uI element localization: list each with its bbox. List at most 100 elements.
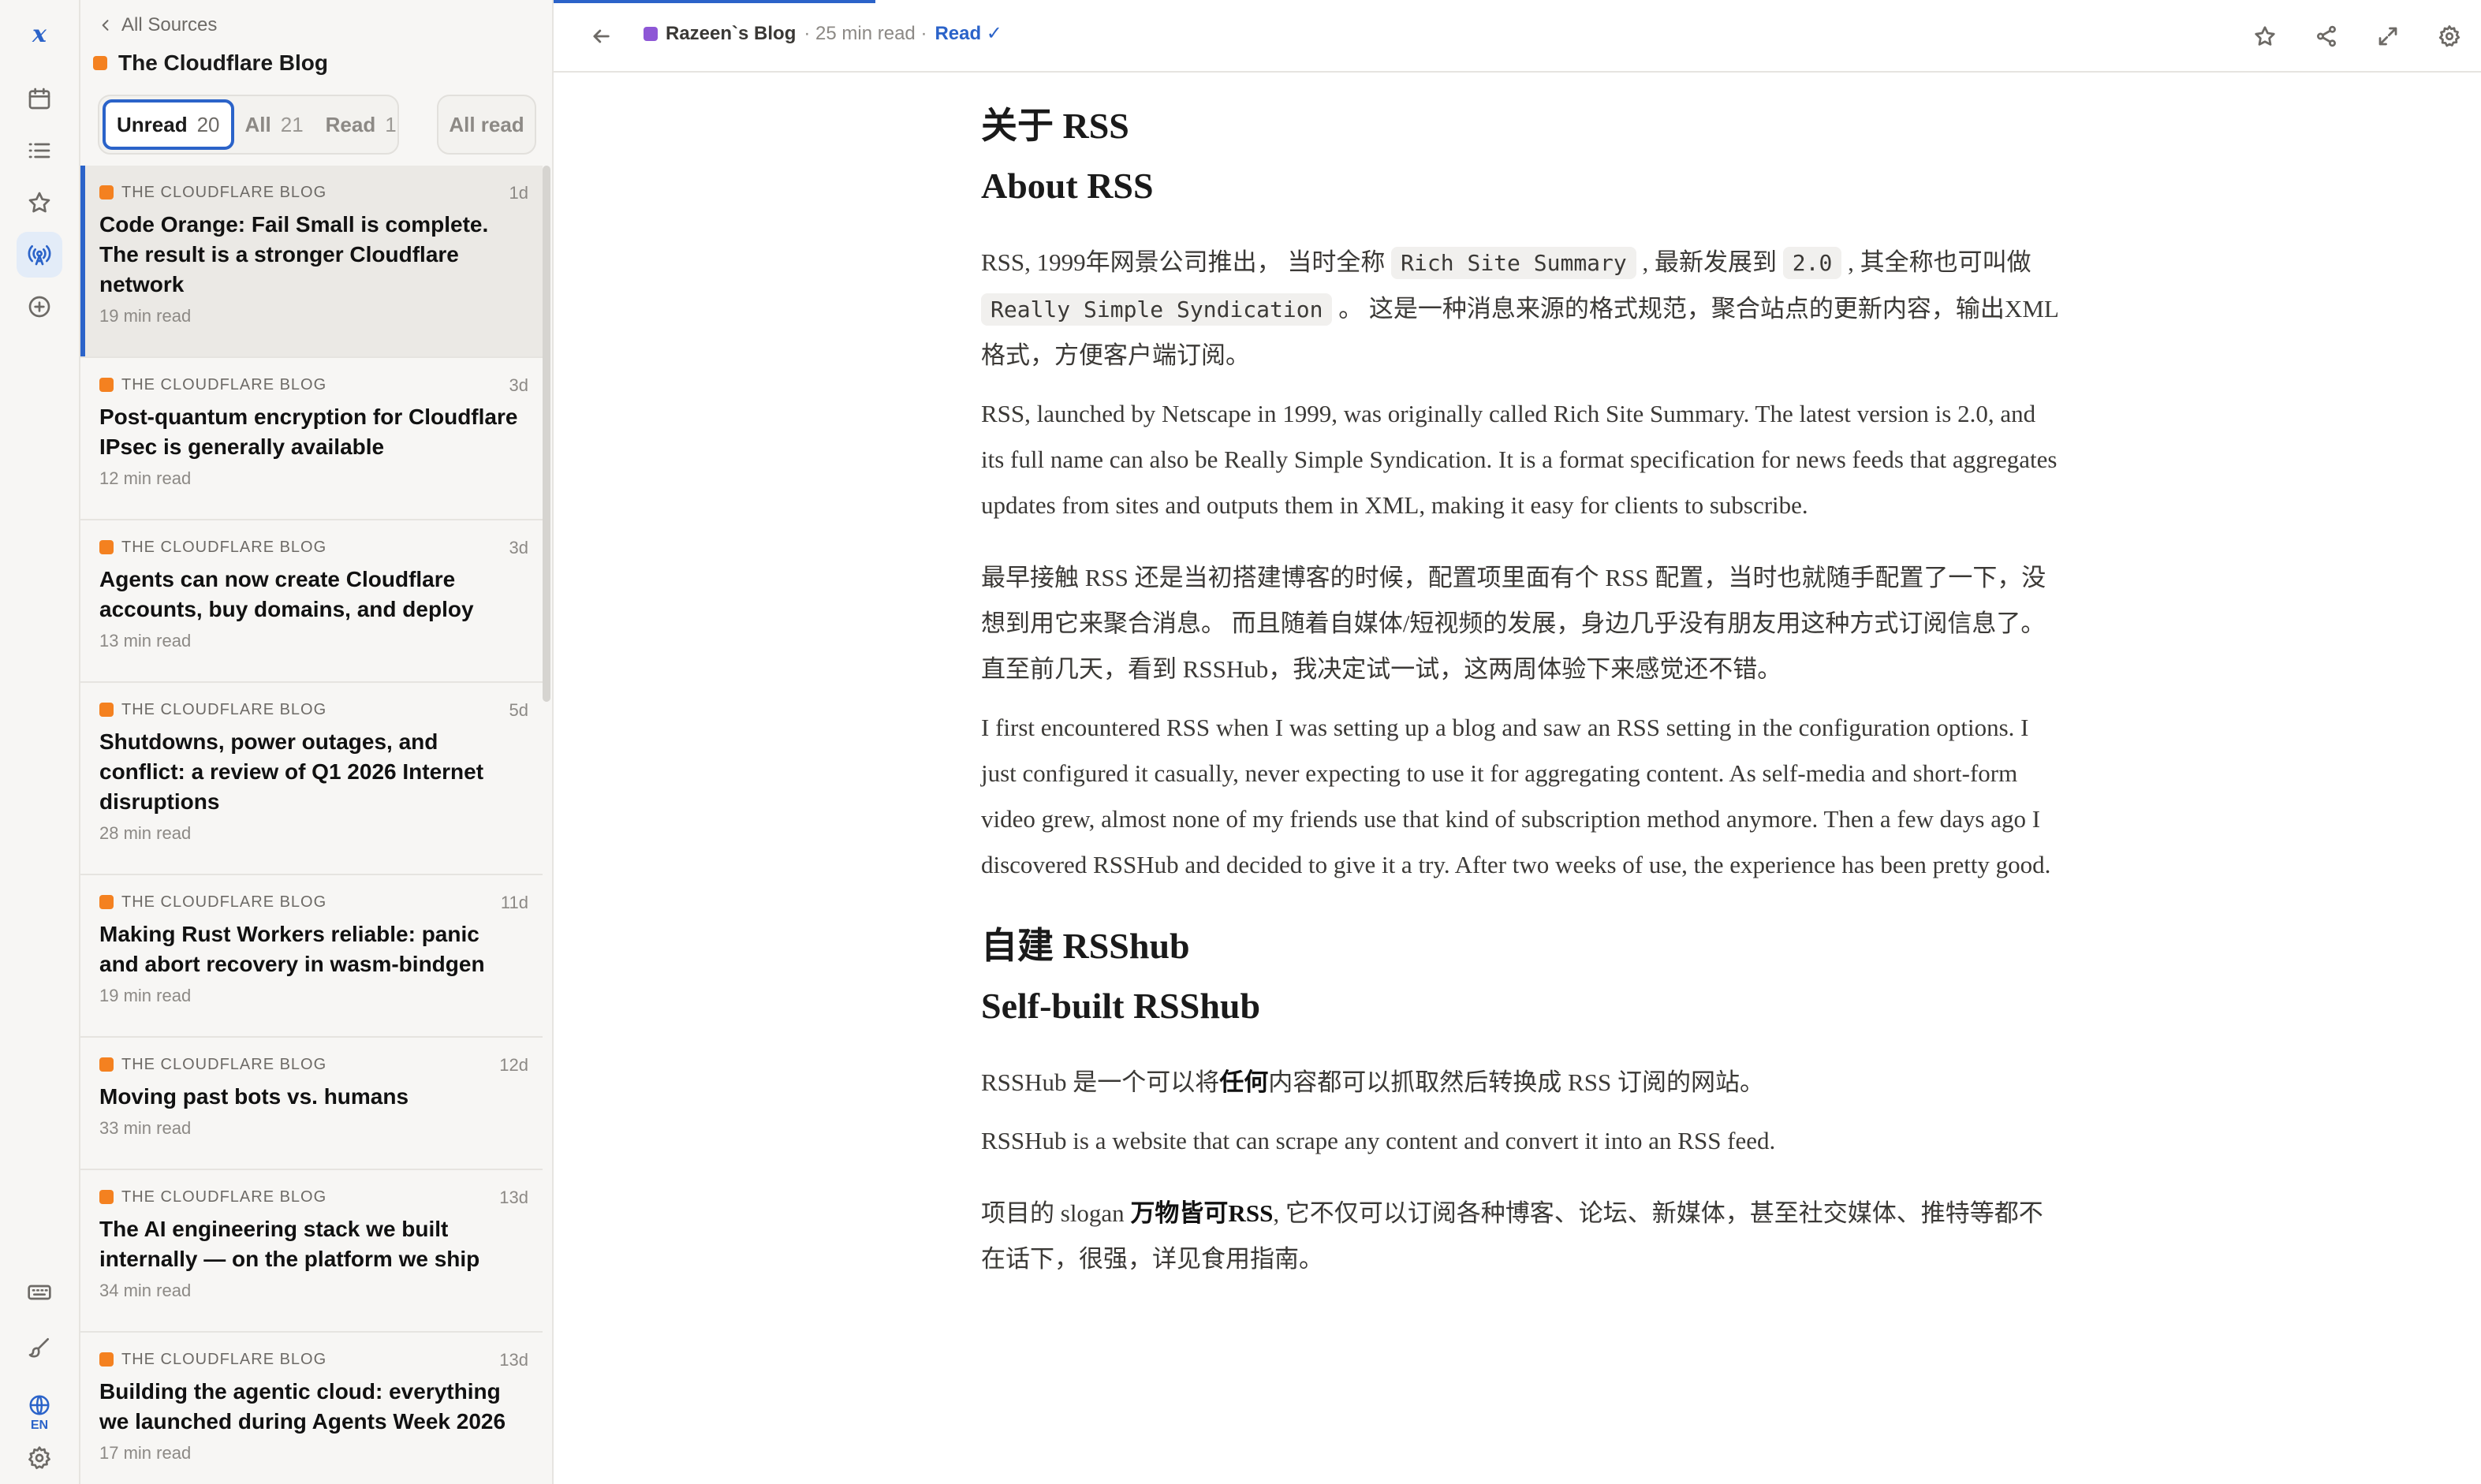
star-icon (2255, 26, 2275, 46)
text-run: , 其全称也可叫做 (1841, 248, 2031, 276)
item-read-time: 28 min read (99, 823, 192, 843)
paragraph-zh: 项目的 slogan 万物皆可RSS, 它不仅可以订阅各种博客、论坛、新媒体，甚… (981, 1191, 2061, 1282)
item-title: Building the agentic cloud: everything w… (99, 1379, 506, 1434)
source-color-swatch (99, 540, 114, 554)
filter-all[interactable]: All 21 (234, 99, 315, 150)
text-run: , 最新发展到 (1636, 248, 1783, 276)
item-source: THE CLOUDFLARE BLOG (99, 699, 524, 721)
share-button[interactable] (2303, 16, 2350, 57)
list-item[interactable]: THE CLOUDFLARE BLOG 1d Code Orange: Fail… (80, 166, 543, 358)
list-item[interactable]: THE CLOUDFLARE BLOG 3d Agents can now cr… (80, 520, 543, 683)
mark-all-read-button[interactable]: All read (437, 95, 536, 155)
item-read-time: 34 min read (99, 1281, 192, 1300)
article-list-panel: All Sources The Cloudflare Blog Unread 2… (80, 0, 554, 1484)
heading-zh: 自建 RSShub (981, 926, 1190, 966)
filter-segmented-control: Unread 20 All 21 Read 1 (98, 95, 399, 155)
inline-code: Really Simple Syndication (981, 293, 1333, 326)
reader-toolbar: Razeen`s Blog · 25 min read · Read ✓ (554, 0, 2481, 73)
item-age: 1d (509, 183, 528, 203)
item-age: 5d (509, 700, 528, 720)
heading-en: Self-built RSShub (981, 986, 1261, 1026)
paragraph-zh: 最早接触 RSS 还是当初搭建博客的时候，配置项里面有个 RSS 配置，当时也就… (981, 564, 2046, 683)
feed-title-text: The Cloudflare Blog (118, 50, 328, 75)
all-sources-link[interactable]: All Sources (98, 14, 217, 36)
list-item[interactable]: THE CLOUDFLARE BLOG 13d Building the age… (80, 1333, 543, 1484)
list-item[interactable]: THE CLOUDFLARE BLOG 11d Making Rust Work… (80, 875, 543, 1038)
item-age: 13d (499, 1350, 528, 1370)
item-source-label: THE CLOUDFLARE BLOG (121, 538, 327, 556)
paragraph-en: I first encountered RSS when I was setti… (981, 714, 2051, 878)
reading-progress-bar (554, 0, 875, 3)
brush-icon[interactable] (17, 1325, 62, 1370)
source-color-swatch (99, 378, 114, 392)
item-source: THE CLOUDFLARE BLOG (99, 374, 524, 396)
list-item[interactable]: THE CLOUDFLARE BLOG 5d Shutdowns, power … (80, 683, 543, 875)
filter-read[interactable]: Read 1 (315, 99, 408, 150)
source-color-swatch (99, 1352, 114, 1367)
app-logo[interactable]: x (17, 11, 62, 57)
item-read-time: 17 min read (99, 1443, 192, 1463)
item-read-time: 19 min read (99, 306, 192, 326)
item-read-time: 13 min read (99, 631, 192, 651)
paragraph-zh: RSS, 1999年网景公司推出， 当时全称 Rich Site Summary… (981, 240, 2061, 378)
item-age: 13d (499, 1188, 528, 1207)
filter-count: 21 (280, 112, 304, 136)
article-read-time: · 25 min read · (804, 22, 927, 44)
list-scrollbar[interactable] (543, 166, 550, 702)
expand-button[interactable] (2364, 16, 2412, 57)
keyboard-icon[interactable] (17, 1270, 62, 1315)
blog-color-swatch (644, 26, 658, 41)
text-run: RSSHub 是一个可以将 (981, 1068, 1220, 1096)
gear-icon (2438, 25, 2460, 47)
blog-name[interactable]: Razeen`s Blog (666, 23, 796, 45)
item-source-label: THE CLOUDFLARE BLOG (121, 183, 327, 201)
globe-icon (29, 1395, 50, 1415)
source-color-swatch (99, 1190, 114, 1204)
inline-code: Rich Site Summary (1391, 247, 1636, 279)
plus-circle-icon[interactable] (17, 284, 62, 330)
text-run: 内容都可以抓取然后转换成 RSS 订阅的网站。 (1268, 1068, 1764, 1096)
calendar-icon[interactable] (17, 76, 62, 121)
list-item[interactable]: THE CLOUDFLARE BLOG 12d Moving past bots… (80, 1038, 543, 1170)
list-item[interactable]: THE CLOUDFLARE BLOG 3d Post-quantum encr… (80, 358, 543, 520)
paragraph-zh: RSSHub 是一个可以将任何内容都可以抓取然后转换成 RSS 订阅的网站。 (981, 1060, 2061, 1106)
item-age: 3d (509, 375, 528, 395)
reader-settings-button[interactable] (2426, 16, 2473, 57)
source-color-swatch (99, 703, 114, 717)
expand-icon (2378, 27, 2397, 46)
item-title: Shutdowns, power outages, and conflict: … (99, 729, 484, 814)
arrow-left-icon (593, 29, 610, 43)
item-title: Agents can now create Cloudflare account… (99, 567, 474, 621)
filter-label: All (244, 112, 271, 136)
item-source-label: THE CLOUDFLARE BLOG (121, 1350, 327, 1368)
source-color-swatch (99, 895, 114, 909)
list-item[interactable]: THE CLOUDFLARE BLOG 13d The AI engineeri… (80, 1170, 543, 1333)
list-icon[interactable] (17, 128, 62, 173)
item-read-time: 19 min read (99, 986, 192, 1005)
chevron-left-icon (102, 20, 109, 31)
article-body: 关于 RSS About RSS RSS, 1999年网景公司推出， 当时全称 … (981, 73, 2061, 1282)
article-list: THE CLOUDFLARE BLOG 1d Code Orange: Fail… (80, 166, 543, 1484)
rss-antenna-icon[interactable] (17, 232, 62, 278)
back-button[interactable] (585, 21, 617, 52)
heading-zh: 关于 RSS (981, 106, 1129, 146)
bold-text: 万物皆可RSS (1130, 1199, 1274, 1227)
gear-icon[interactable] (17, 1435, 62, 1481)
filter-label: Read (325, 112, 376, 136)
item-title: The AI engineering stack we built intern… (99, 1217, 480, 1271)
item-title: Moving past bots vs. humans (99, 1084, 409, 1109)
source-color-swatch (99, 1057, 114, 1072)
filter-count: 1 (385, 112, 397, 136)
filter-unread[interactable]: Unread 20 (103, 99, 234, 150)
text-run: RSS, 1999年网景公司推出， 当时全称 (981, 248, 1392, 276)
item-source: THE CLOUDFLARE BLOG (99, 181, 524, 203)
item-read-time: 12 min read (99, 468, 192, 488)
feed-color-swatch (93, 56, 107, 70)
read-status[interactable]: Read ✓ (935, 22, 1002, 45)
star-button[interactable] (2241, 16, 2289, 57)
star-icon[interactable] (17, 180, 62, 226)
language-switch[interactable]: EN (17, 1389, 62, 1437)
item-title: Making Rust Workers reliable: panic and … (99, 922, 485, 976)
feed-title: The Cloudflare Blog (93, 50, 328, 76)
item-title: Code Orange: Fail Small is complete. The… (99, 212, 489, 296)
